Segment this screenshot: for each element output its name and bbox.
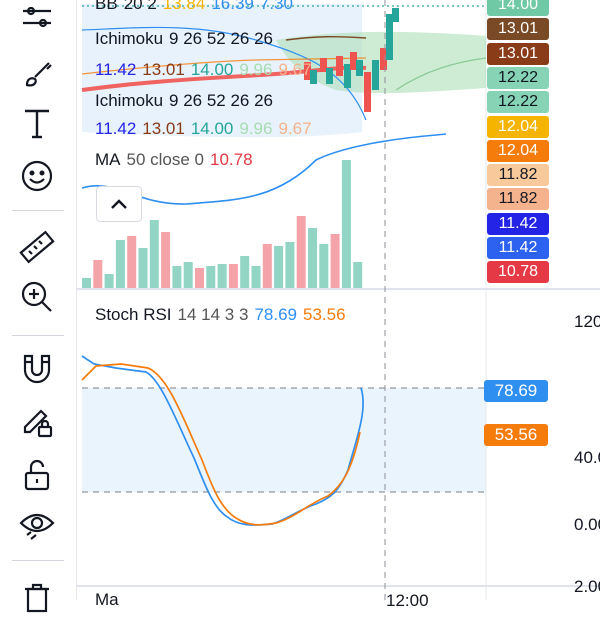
price-badge: 14.00: [487, 0, 549, 16]
volume-bar: [183, 262, 193, 288]
price-badge: 13.01: [487, 18, 549, 41]
volume-bar: [330, 234, 340, 288]
chart-area[interactable]: BB 20 2 13.84 16.39 7.30 Ichimoku 9 26 52 26 …: [76, 0, 600, 610]
scale-label-bottom: 2.00: [574, 577, 600, 596]
eye-icon[interactable]: [12, 502, 62, 548]
price-badge: 11.82: [487, 188, 549, 211]
stoch-band: [82, 388, 486, 492]
bottom-legend[interactable]: Ma: [95, 590, 125, 610]
price-badge: 12.22: [487, 66, 549, 89]
volume-bar: [138, 248, 148, 288]
scale-label-zero: 0.00: [574, 515, 600, 534]
price-badge: 11.82: [487, 164, 549, 187]
candle: [350, 52, 357, 70]
trash-icon[interactable]: [12, 574, 62, 620]
zoom-in-icon[interactable]: [12, 274, 62, 320]
volume-bar: [161, 232, 171, 288]
collapse-legend-button[interactable]: [96, 186, 142, 222]
settings-sliders-icon[interactable]: [12, 0, 62, 46]
candle: [386, 14, 393, 60]
candle: [392, 8, 399, 22]
volume-bar: [353, 262, 363, 288]
volume-bar: [296, 216, 306, 288]
drawing-toolbar: [0, 0, 77, 613]
emoji-icon[interactable]: [12, 153, 62, 199]
candle: [364, 72, 371, 112]
brush-icon[interactable]: [12, 52, 62, 98]
price-badge: 11.42: [487, 212, 549, 235]
price-badge: 12.04: [487, 115, 549, 138]
volume-bar: [82, 278, 91, 288]
price-badge: 12.04: [487, 139, 549, 162]
bb-legend[interactable]: BB 20 2 13.84 16.39 7.30: [95, 0, 299, 14]
volume-bar: [149, 220, 159, 288]
volume-bar: [127, 236, 137, 288]
candle: [336, 56, 343, 76]
candle: [326, 68, 333, 84]
unlock-icon[interactable]: [12, 452, 62, 498]
volume-bar: [206, 266, 216, 288]
price-badge: 12.22: [487, 91, 549, 114]
volume-bar: [93, 260, 103, 288]
volume-bar: [195, 268, 204, 288]
volume-bar: [308, 228, 317, 288]
pencil-lock-icon[interactable]: [12, 398, 62, 444]
stoch-legend[interactable]: Stoch RSI 14 14 3 3 78.69 53.56: [95, 305, 352, 325]
ichimoku-values-1: 11.42 13.01 14.00 9.96 9.67: [95, 60, 312, 79]
volume-bar: [262, 244, 272, 288]
volume-bar: [240, 256, 250, 288]
stoch-d-badge: 53.56: [484, 424, 548, 446]
volume-bar: [341, 160, 351, 288]
ichimoku-legend-2[interactable]: Ichimoku 9 26 52 26 26: [95, 91, 279, 111]
volume-bar: [228, 264, 238, 288]
magnet-icon[interactable]: [12, 347, 62, 393]
volume-bar: [115, 240, 125, 288]
volume-bar: [172, 266, 182, 288]
scale-label-mid: 40.00: [574, 448, 600, 467]
volume-bar: [285, 242, 295, 288]
ma-legend[interactable]: MA 50 close 0 10.78: [95, 150, 259, 170]
candle: [356, 60, 363, 76]
price-badge: 13.01: [487, 42, 549, 65]
candle: [344, 64, 351, 88]
volume-bar: [217, 264, 227, 288]
ichimoku-values-2: 11.42 13.01 14.00 9.96 9.67: [95, 119, 312, 138]
text-icon[interactable]: [12, 100, 62, 146]
chart-canvas[interactable]: [76, 0, 600, 600]
price-badge: 11.42: [487, 237, 549, 259]
candle: [380, 48, 387, 70]
candle: [372, 60, 379, 90]
stoch-k-badge: 78.69: [484, 380, 548, 402]
volume-bar: [274, 246, 284, 288]
candle: [320, 58, 327, 72]
chevron-up-icon: [111, 199, 127, 209]
time-label: 12:00: [386, 591, 429, 610]
volume-bar: [319, 244, 329, 288]
price-badge: 10.78: [487, 261, 549, 284]
scale-label-top: 120.00: [574, 312, 600, 331]
ichimoku-legend-1[interactable]: Ichimoku 9 26 52 26 26: [95, 29, 279, 49]
volume-bar: [104, 274, 114, 288]
volume-bar: [251, 266, 261, 288]
ruler-icon[interactable]: [12, 224, 62, 270]
